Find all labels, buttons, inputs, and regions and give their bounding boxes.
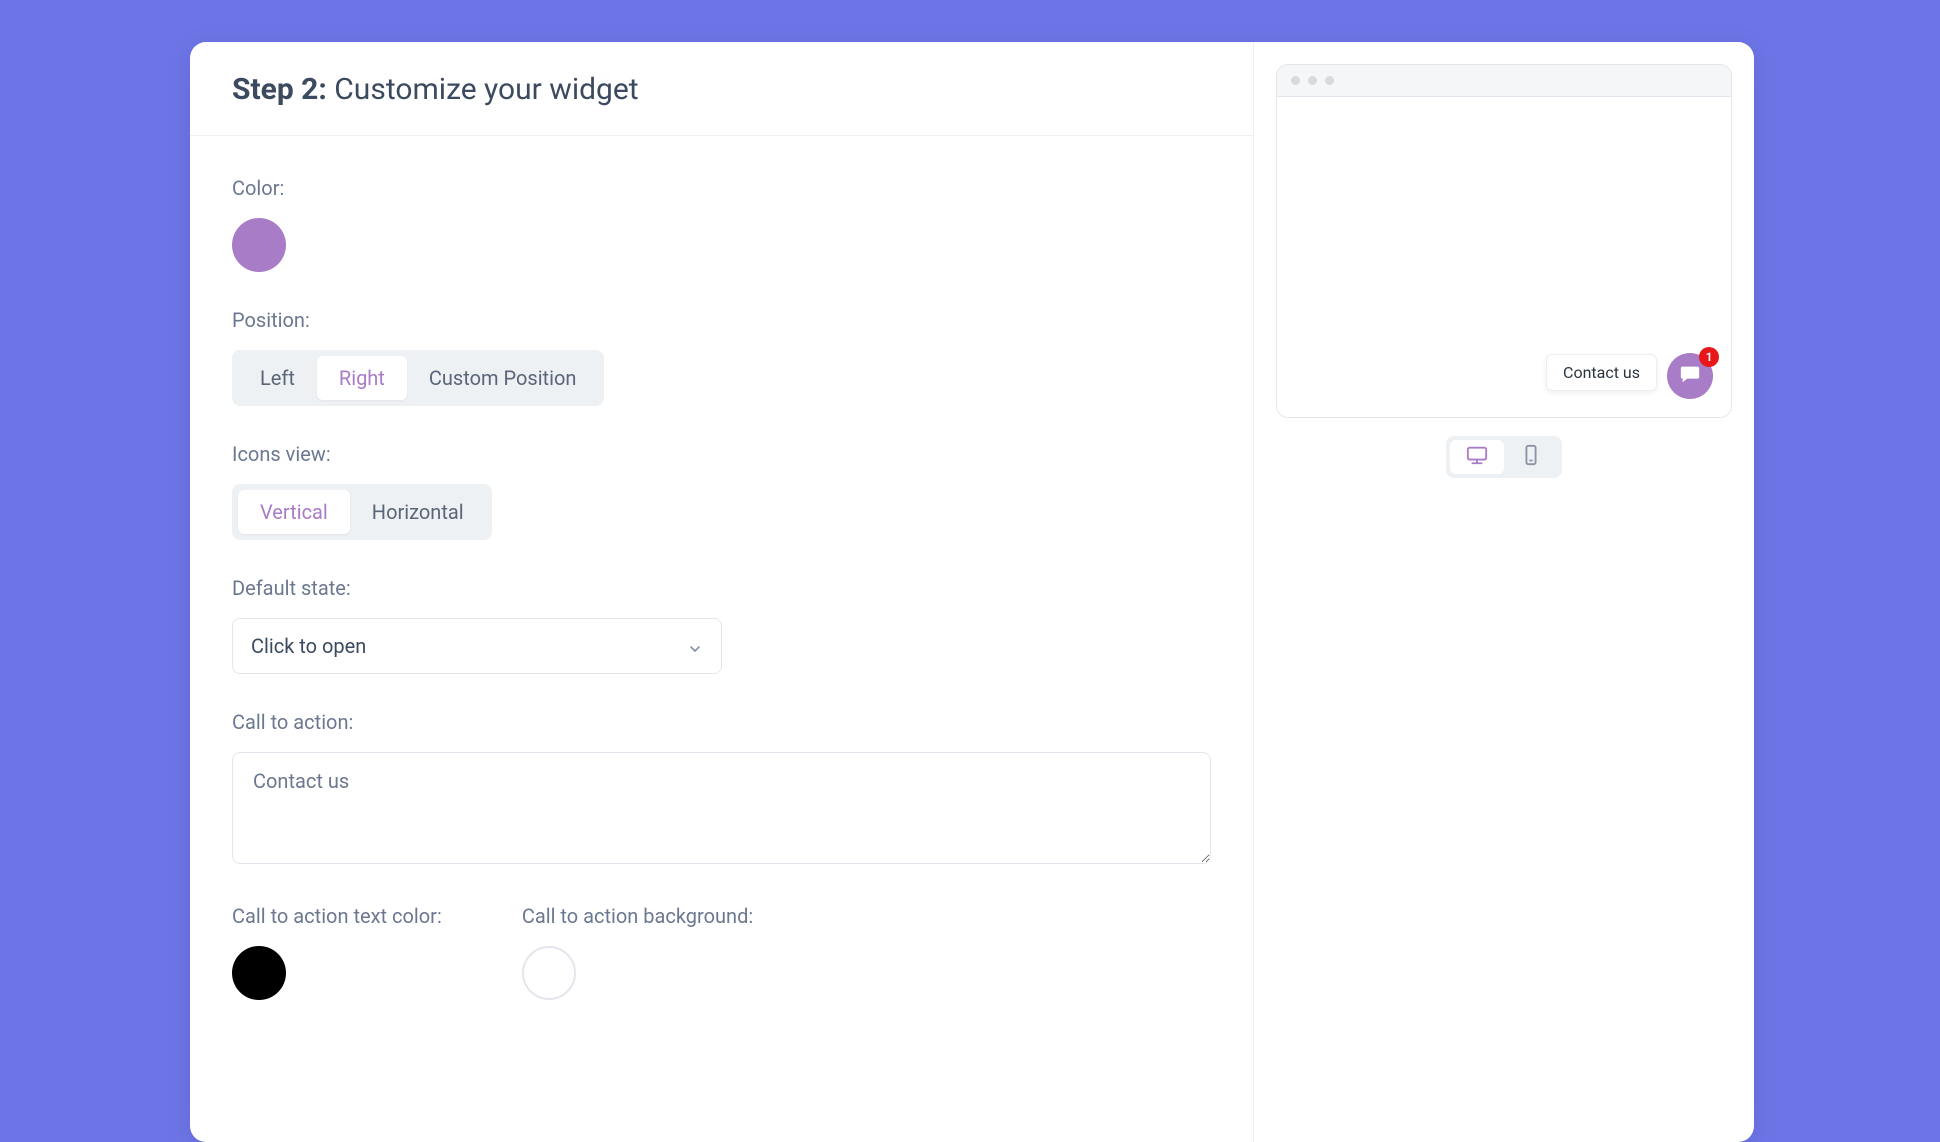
- form: Color: Position: Left Right Custom Posit…: [190, 136, 1253, 1060]
- window-dot-icon: [1291, 76, 1300, 85]
- settings-card: Step 2: Customize your widget Color: Pos…: [190, 42, 1754, 1142]
- position-option-left[interactable]: Left: [238, 356, 317, 400]
- field-default-state: Default state: Click to open: [232, 576, 1211, 674]
- label-cta: Call to action:: [232, 710, 1211, 734]
- preview-browser: Contact us 1: [1276, 64, 1732, 418]
- desktop-icon: [1466, 444, 1488, 470]
- field-color: Color:: [232, 176, 1211, 272]
- field-position: Position: Left Right Custom Position: [232, 308, 1211, 406]
- default-state-value: Click to open: [251, 634, 366, 658]
- position-option-right[interactable]: Right: [317, 356, 407, 400]
- device-toggle: [1446, 436, 1562, 478]
- preview-viewport: Contact us 1: [1277, 97, 1731, 417]
- field-cta-text-color: Call to action text color:: [232, 904, 442, 1000]
- preview-column: Contact us 1: [1254, 42, 1754, 1142]
- position-option-custom[interactable]: Custom Position: [407, 356, 599, 400]
- window-dot-icon: [1325, 76, 1334, 85]
- step-header: Step 2: Customize your widget: [190, 42, 1253, 136]
- position-segmented: Left Right Custom Position: [232, 350, 604, 406]
- cta-colors-row: Call to action text color: Call to actio…: [232, 904, 1211, 1000]
- cta-textarea[interactable]: [232, 752, 1211, 864]
- label-icons-view: Icons view:: [232, 442, 1211, 466]
- label-cta-text-color: Call to action text color:: [232, 904, 442, 928]
- default-state-select[interactable]: Click to open: [232, 618, 722, 674]
- label-cta-bg: Call to action background:: [522, 904, 753, 928]
- window-dot-icon: [1308, 76, 1317, 85]
- label-color: Color:: [232, 176, 1211, 200]
- icons-view-option-horizontal[interactable]: Horizontal: [350, 490, 486, 534]
- preview-browser-bar: [1277, 65, 1731, 97]
- device-mobile[interactable]: [1504, 440, 1558, 474]
- step-prefix: Step 2:: [232, 72, 327, 107]
- device-desktop[interactable]: [1450, 440, 1504, 474]
- icons-view-segmented: Vertical Horizontal: [232, 484, 492, 540]
- preview-cta-pill[interactable]: Contact us: [1546, 354, 1657, 391]
- label-position: Position:: [232, 308, 1211, 332]
- mobile-icon: [1520, 444, 1542, 470]
- notification-badge: 1: [1699, 347, 1719, 367]
- icons-view-option-vertical[interactable]: Vertical: [238, 490, 350, 534]
- field-cta: Call to action:: [232, 710, 1211, 868]
- cta-bg-swatch[interactable]: [522, 946, 576, 1000]
- field-icons-view: Icons view: Vertical Horizontal: [232, 442, 1211, 540]
- chevron-down-icon: [687, 638, 703, 654]
- preview-widget-button[interactable]: 1: [1667, 353, 1713, 399]
- step-title: Customize your widget: [334, 72, 638, 107]
- color-swatch[interactable]: [232, 218, 286, 272]
- label-default-state: Default state:: [232, 576, 1211, 600]
- main-column: Step 2: Customize your widget Color: Pos…: [190, 42, 1254, 1142]
- cta-text-color-swatch[interactable]: [232, 946, 286, 1000]
- field-cta-bg: Call to action background:: [522, 904, 753, 1000]
- chat-icon: [1679, 363, 1701, 389]
